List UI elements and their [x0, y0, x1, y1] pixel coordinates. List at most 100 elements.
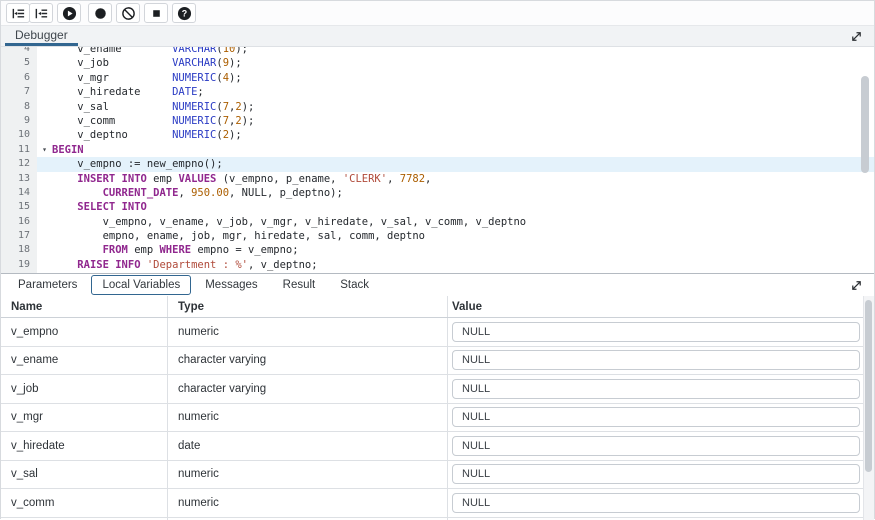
line-number[interactable]: 14: [1, 186, 37, 200]
column-header-type[interactable]: Type: [168, 296, 448, 317]
column-header-name[interactable]: Name: [1, 296, 168, 317]
tab-local-variables[interactable]: Local Variables: [91, 275, 191, 295]
code-line-10: 10 v_deptno NUMERIC(2);: [1, 128, 874, 142]
code-text: empno, ename, job, mgr, hiredate, sal, c…: [52, 229, 874, 243]
tab-stack[interactable]: Stack: [329, 275, 380, 295]
clear-all-breakpoints-button[interactable]: [116, 3, 140, 23]
fold-arrow-icon[interactable]: ▾: [37, 143, 52, 157]
variable-value-input[interactable]: [452, 493, 860, 513]
variable-name-cell: v_job: [1, 375, 168, 403]
variable-value-cell: [448, 489, 874, 517]
step-into-icon: [11, 6, 26, 21]
column-header-value[interactable]: Value: [448, 296, 874, 317]
line-number[interactable]: 12: [1, 157, 37, 171]
line-number[interactable]: 18: [1, 243, 37, 257]
fold-spacer: [37, 85, 52, 99]
variable-type-cell: character varying: [168, 347, 448, 375]
code-line-8: 8 v_sal NUMERIC(7,2);: [1, 100, 874, 114]
code-line-18: 18 FROM emp WHERE empno = v_empno;: [1, 243, 874, 257]
breakpoint-circle-icon: [93, 6, 108, 21]
variable-value-input[interactable]: [452, 350, 860, 370]
help-button[interactable]: ?: [172, 3, 196, 23]
line-number[interactable]: 13: [1, 172, 37, 186]
line-number[interactable]: 7: [1, 85, 37, 99]
variable-value-input[interactable]: [452, 407, 860, 427]
debugger-toolbar: ?: [1, 1, 874, 26]
line-number[interactable]: 9: [1, 114, 37, 128]
tab-messages[interactable]: Messages: [194, 275, 268, 295]
variable-row-v_comm: v_commnumeric: [1, 489, 874, 518]
variable-value-input[interactable]: [452, 379, 860, 399]
table-scrollbar[interactable]: [865, 300, 872, 472]
panel-expand-button[interactable]: [849, 279, 863, 293]
fold-spacer: [37, 128, 52, 142]
code-line-5: 5 v_job VARCHAR(9);: [1, 56, 874, 70]
code-editor[interactable]: 4 v_ename VARCHAR(10);5 v_job VARCHAR(9)…: [1, 47, 874, 273]
variable-type-cell: character varying: [168, 375, 448, 403]
variable-value-cell: [448, 404, 874, 432]
code-text: v_job VARCHAR(9);: [52, 56, 874, 70]
line-number[interactable]: 16: [1, 215, 37, 229]
tab-parameters[interactable]: Parameters: [7, 275, 88, 295]
code-text: SELECT INTO: [52, 200, 874, 214]
continue-button[interactable]: [57, 3, 81, 23]
variable-name-cell: v_mgr: [1, 404, 168, 432]
fold-spacer: [37, 56, 52, 70]
variables-header-row: NameTypeValue: [1, 296, 874, 318]
variable-name-cell: v_hiredate: [1, 432, 168, 460]
tab-result[interactable]: Result: [272, 275, 327, 295]
line-number[interactable]: 10: [1, 128, 37, 142]
help-circle-icon: ?: [177, 6, 192, 21]
ban-circle-icon: [121, 6, 136, 21]
line-number[interactable]: 11: [1, 143, 37, 157]
debugger-window: ? Debugger 4 v_ename VARCHAR(10);5 v_job…: [0, 0, 875, 519]
variable-value-input[interactable]: [452, 436, 860, 456]
code-line-12: 12 v_empno := new_empno();: [1, 157, 874, 171]
fold-spacer: [37, 215, 52, 229]
line-number[interactable]: 6: [1, 71, 37, 85]
variable-row-v_job: v_jobcharacter varying: [1, 375, 874, 404]
line-number[interactable]: 4: [1, 47, 37, 56]
step-over-button[interactable]: [29, 3, 53, 23]
code-text: v_comm NUMERIC(7,2);: [52, 114, 874, 128]
fold-spacer: [37, 186, 52, 200]
fold-spacer: [37, 200, 52, 214]
code-line-17: 17 empno, ename, job, mgr, hiredate, sal…: [1, 229, 874, 243]
variable-row-v_empno: v_empnonumeric: [1, 318, 874, 347]
code-line-7: 7 v_hiredate DATE;: [1, 85, 874, 99]
code-line-13: 13 INSERT INTO emp VALUES (v_empno, p_en…: [1, 172, 874, 186]
variable-row-v_mgr: v_mgrnumeric: [1, 404, 874, 433]
variable-name-cell: v_sal: [1, 461, 168, 489]
code-area: 4 v_ename VARCHAR(10);5 v_job VARCHAR(9)…: [1, 47, 874, 273]
fold-spacer: [37, 71, 52, 85]
line-number[interactable]: 19: [1, 258, 37, 272]
code-line-19: 19 RAISE INFO 'Department : %', v_deptno…: [1, 258, 874, 272]
variable-value-input[interactable]: [452, 322, 860, 342]
fold-spacer: [37, 47, 52, 56]
variable-row-v_hiredate: v_hiredatedate: [1, 432, 874, 461]
fold-spacer: [37, 114, 52, 128]
variable-value-input[interactable]: [452, 464, 860, 484]
variable-value-cell: [448, 375, 874, 403]
tab-debugger[interactable]: Debugger: [5, 25, 78, 46]
editor-expand-button[interactable]: [849, 30, 863, 44]
code-line-9: 9 v_comm NUMERIC(7,2);: [1, 114, 874, 128]
code-text: BEGIN: [52, 143, 874, 157]
step-into-button[interactable]: [6, 3, 30, 23]
code-text: v_mgr NUMERIC(4);: [52, 71, 874, 85]
variable-value-cell: [448, 318, 874, 346]
code-text: v_sal NUMERIC(7,2);: [52, 100, 874, 114]
line-number[interactable]: 15: [1, 200, 37, 214]
toggle-breakpoint-button[interactable]: [88, 3, 112, 23]
stop-square-icon: [149, 6, 164, 21]
editor-scrollbar[interactable]: [861, 76, 869, 173]
stop-button[interactable]: [144, 3, 168, 23]
local-variables-table: NameTypeValue v_empnonumericv_enamechara…: [1, 296, 874, 520]
code-text: v_empno := new_empno();: [52, 157, 874, 171]
line-number[interactable]: 5: [1, 56, 37, 70]
line-number[interactable]: 17: [1, 229, 37, 243]
fold-spacer: [37, 157, 52, 171]
line-number[interactable]: 8: [1, 100, 37, 114]
svg-text:?: ?: [181, 8, 186, 18]
fold-spacer: [37, 172, 52, 186]
